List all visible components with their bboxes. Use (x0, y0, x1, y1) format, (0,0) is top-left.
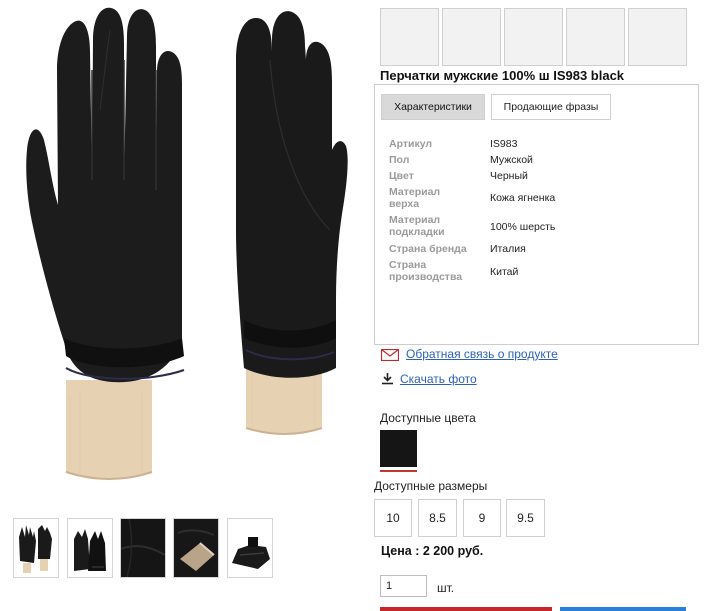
spec-label-article: Артикул (389, 138, 433, 150)
spec-value-gender: Мужской (490, 154, 533, 166)
quantity-input[interactable] (380, 575, 427, 597)
gallery-placeholder-4 (566, 8, 625, 66)
spec-value-article: IS983 (490, 138, 518, 150)
glove-pair-thumbnail-icon (19, 525, 52, 573)
color-swatch-black[interactable] (380, 430, 417, 467)
gallery-placeholder-5 (628, 8, 687, 66)
spec-label-lining-material: Материал подкладки (389, 214, 445, 238)
tab-selling-phrases[interactable]: Продающие фразы (491, 94, 611, 120)
quantity-unit: шт. (437, 581, 455, 595)
download-icon (381, 372, 394, 390)
product-main-image[interactable] (0, 0, 360, 505)
spec-label-color: Цвет (389, 170, 414, 182)
spec-label-brand-country: Страна бренда (389, 243, 467, 255)
spec-value-production-country: Китай (490, 266, 519, 278)
available-colors-label: Доступные цвета (380, 411, 476, 425)
thumbnail-3[interactable] (120, 518, 166, 578)
available-sizes-label: Доступные размеры (374, 479, 488, 493)
lining-detail-thumbnail-icon (174, 519, 218, 577)
spec-value-color: Черный (490, 170, 528, 182)
gallery-placeholder-1 (380, 8, 439, 66)
color-selected-indicator (380, 470, 417, 472)
tab-characteristics[interactable]: Характеристики (381, 94, 485, 120)
gallery-placeholder-2 (442, 8, 501, 66)
size-option-8-5[interactable]: 8.5 (418, 499, 457, 537)
add-to-cart-button[interactable] (380, 607, 552, 611)
leather-closeup-thumbnail-icon (121, 519, 165, 577)
spec-label-gender: Пол (389, 154, 410, 166)
spec-value-upper-material: Кожа ягненка (490, 192, 556, 204)
download-photo-link[interactable]: Скачать фото (400, 372, 477, 386)
feedback-link[interactable]: Обратная связь о продукте (406, 347, 558, 361)
size-option-9[interactable]: 9 (463, 499, 501, 537)
thumbnail-1[interactable] (13, 518, 59, 578)
glove-pair-side-thumbnail-icon (74, 529, 106, 571)
size-option-10[interactable]: 10 (374, 499, 412, 537)
spec-value-lining-material: 100% шерсть (490, 221, 556, 233)
thumbnail-5[interactable] (227, 518, 273, 578)
size-option-9-5[interactable]: 9.5 (506, 499, 545, 537)
product-details-panel: Характеристики Продающие фразы Артикул I… (374, 84, 699, 345)
product-price: Цена : 2 200 руб. (381, 544, 484, 558)
spec-label-upper-material: Материал верха (389, 186, 441, 210)
gallery-placeholder-3 (504, 8, 563, 66)
thumbnail-2[interactable] (67, 518, 113, 578)
product-title: Перчатки мужские 100% ш IS983 black (380, 68, 625, 83)
spec-label-production-country: Страна производства (389, 259, 463, 283)
spec-value-brand-country: Италия (490, 243, 526, 255)
glove-cuff-detail-thumbnail-icon (228, 519, 272, 577)
thumbnail-4[interactable] (173, 518, 219, 578)
secondary-action-button[interactable] (560, 607, 686, 611)
mail-icon (380, 348, 400, 366)
